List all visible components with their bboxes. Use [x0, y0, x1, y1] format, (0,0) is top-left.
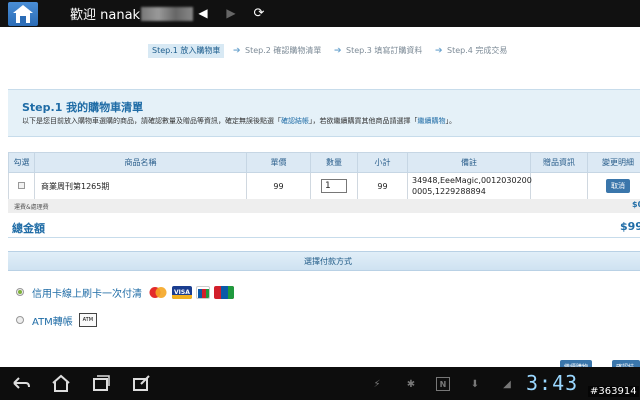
welcome-title: 歡迎 nanak — [70, 4, 194, 23]
system-navbar: ⚡ ✱ N ⬇ ◢ 3:43 — [0, 367, 640, 400]
payment-header: 選擇付款方式 — [8, 251, 640, 271]
credit-label: 信用卡線上刷卡一次付清 — [32, 288, 142, 300]
quantity-input[interactable]: 1 — [321, 179, 347, 193]
product-name: 商業周刊第1265期 — [34, 172, 247, 200]
top-bar: 歡迎 nanak ◀ ▶ ⟳ — [0, 0, 640, 27]
redacted-name — [141, 7, 194, 21]
gift-info — [530, 172, 588, 200]
payment-option-credit[interactable]: 信用卡線上刷卡一次付清 VISA — [16, 284, 234, 300]
subtotal: 99 — [357, 172, 408, 200]
home-tile[interactable] — [0, 0, 46, 27]
col-select: 勾選 — [8, 152, 35, 173]
nav-recent-apps-icon[interactable] — [90, 373, 112, 393]
mastercard-icon — [148, 285, 168, 299]
unit-price: 99 — [246, 172, 311, 200]
forward-icon: ▶ — [226, 6, 236, 20]
table-row: 商業周刊第1265期 99 1 99 34948,EeeMagic,001203… — [8, 172, 640, 200]
download-icon: ⬇ — [470, 378, 480, 390]
nav-back-icon[interactable] — [10, 373, 32, 393]
shipping-label: 運費&處理費 — [14, 204, 49, 211]
notification-n-icon: N — [436, 377, 450, 391]
jcb-icon — [196, 285, 210, 299]
nav-screenshot-icon[interactable] — [130, 373, 152, 393]
note-line: 0005,1229288894 — [412, 187, 486, 196]
total-value: $99 — [620, 220, 640, 233]
back-button[interactable]: ◀ — [194, 5, 212, 21]
step-2: Step.2 確認購物清單 — [245, 46, 322, 55]
col-note: 備註 — [407, 152, 531, 173]
radio-credit[interactable] — [16, 288, 24, 296]
panel-title: Step.1 我的購物車清單 — [22, 101, 144, 114]
row-checkbox[interactable] — [18, 181, 25, 189]
table-header: 勾選 商品名稱 單價 數量 小計 備註 贈品資訊 變更明細 — [8, 152, 640, 173]
radio-atm[interactable] — [16, 316, 24, 324]
shipping-row: 運費&處理費 $0 — [8, 199, 640, 213]
payment-option-atm[interactable]: ATM轉帳 ATM — [16, 312, 97, 328]
cart-panel: Step.1 我的購物車清單 以下是您目前放入購物車選購的商品，請確認數量及贈品… — [8, 89, 640, 137]
step-1: Step.1 放入購物車 — [148, 44, 225, 58]
atm-label: ATM轉帳 — [32, 316, 73, 328]
app-root: 歡迎 nanak ◀ ▶ ⟳ Step.1 放入購物車 ➔ Step.2 確認購… — [0, 0, 640, 400]
visa-icon: VISA — [172, 285, 192, 299]
back-icon: ◀ — [198, 6, 208, 20]
col-name: 商品名稱 — [34, 152, 247, 173]
total-label: 總金額 — [12, 222, 45, 235]
col-price: 單價 — [246, 152, 311, 173]
desc-text: 」，若欲繼續購買其他商品請選擇「 — [309, 117, 418, 125]
checkout-link[interactable]: 確認結帳 — [281, 117, 309, 125]
checkout-steps: Step.1 放入購物車 ➔ Step.2 確認購物清單 ➔ Step.3 填寫… — [0, 41, 640, 61]
usb-icon: ⚡ — [373, 378, 381, 390]
refresh-button[interactable]: ⟳ — [250, 5, 268, 21]
wifi-icon: ◢ — [503, 378, 511, 390]
desc-text: 以下是您目前放入購物車選購的商品，請確認數量及贈品等資訊，確定無誤後點選「 — [22, 117, 281, 125]
home-icon — [8, 1, 38, 26]
shipping-value: $0 — [632, 200, 640, 209]
arrow-icon: ➔ — [334, 46, 342, 56]
atm-icon: ATM — [78, 313, 97, 327]
unionpay-icon — [214, 285, 234, 299]
step-3: Step.3 填寫訂購資料 — [346, 46, 423, 55]
col-qty: 數量 — [310, 152, 358, 173]
refresh-icon: ⟳ — [253, 5, 265, 21]
clock: 3:43 — [526, 371, 579, 395]
continue-link[interactable]: 繼續購物 — [418, 117, 446, 125]
svg-text:VISA: VISA — [174, 289, 190, 296]
panel-description: 以下是您目前放入購物車選購的商品，請確認數量及贈品等資訊，確定無誤後點選「確認結… — [22, 116, 456, 126]
forward-button[interactable]: ▶ — [222, 5, 240, 21]
col-change: 變更明細 — [587, 152, 640, 173]
col-subtotal: 小計 — [357, 152, 408, 173]
item-note: 34948,EeeMagic,0012030200 0005,122928889… — [407, 172, 532, 200]
cart-table: 勾選 商品名稱 單價 數量 小計 備註 贈品資訊 變更明細 商業周刊第1265期… — [8, 152, 640, 200]
col-gift: 贈品資訊 — [530, 152, 588, 173]
arrow-icon: ➔ — [435, 46, 443, 56]
note-line: 34948,EeeMagic,0012030200 — [412, 176, 532, 185]
nav-home-icon[interactable] — [50, 373, 72, 393]
android-debug-icon: ✱ — [406, 378, 416, 390]
step-4: Step.4 完成交易 — [447, 46, 508, 55]
arrow-icon: ➔ — [233, 46, 241, 56]
desc-text: 」。 — [445, 117, 457, 125]
cancel-button[interactable]: 取消 — [606, 179, 630, 193]
total-row: 總金額 $99 — [8, 216, 640, 238]
watermark: #363914 — [588, 386, 639, 397]
